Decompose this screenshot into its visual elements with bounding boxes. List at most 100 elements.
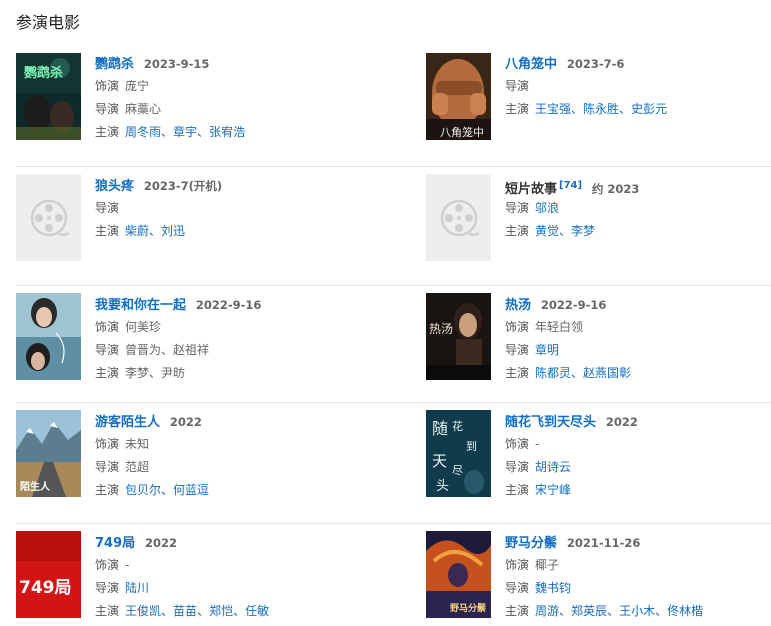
film-poster[interactable]: 八角笼中 bbox=[426, 53, 491, 140]
cast-link[interactable]: 刘迅 bbox=[161, 224, 185, 238]
cast-label: 主演 bbox=[505, 224, 530, 238]
director-link[interactable]: 陆川 bbox=[125, 581, 149, 595]
cast-link[interactable]: 王俊凯 bbox=[125, 604, 161, 618]
svg-text:头: 头 bbox=[436, 479, 449, 494]
cast-link[interactable]: 周游 bbox=[535, 604, 559, 618]
film-poster[interactable]: 鹦鹉杀 bbox=[16, 53, 81, 140]
film-date: 2022-9-16 bbox=[540, 298, 607, 312]
film-title-link[interactable]: 749局 bbox=[95, 536, 135, 551]
svg-text:天: 天 bbox=[432, 452, 447, 470]
film-poster[interactable] bbox=[16, 293, 81, 380]
cast-link[interactable]: 郑英辰 bbox=[571, 604, 607, 618]
cast-link[interactable]: 周冬雨 bbox=[125, 125, 161, 139]
role-value: 何美珍 bbox=[125, 320, 162, 334]
role-value: - bbox=[125, 558, 130, 572]
film-item: 随 花 到 天 尽 头 随花飞到天尽头 2022 饰演 - 导演 胡诗云 主演 宋宁峰 bbox=[426, 403, 771, 523]
cast-link[interactable]: 张宥浩 bbox=[209, 125, 245, 139]
cast-link[interactable]: 任敏 bbox=[245, 604, 269, 618]
director-value: 麻藁心 bbox=[125, 102, 162, 116]
cast-link[interactable]: 包贝尔 bbox=[125, 483, 161, 497]
svg-text:随: 随 bbox=[432, 419, 448, 438]
film-poster[interactable]: 749局 bbox=[16, 531, 81, 618]
svg-text:花: 花 bbox=[452, 420, 463, 433]
director-link[interactable]: 魏书钧 bbox=[535, 581, 571, 595]
role-label: 饰演 bbox=[95, 320, 120, 334]
svg-text:野马分鬃: 野马分鬃 bbox=[450, 602, 486, 614]
cast-link[interactable]: 陈永胜 bbox=[583, 102, 619, 116]
cast-label: 主演 bbox=[95, 125, 120, 139]
section-title: 参演电影 bbox=[16, 13, 81, 32]
svg-text:到: 到 bbox=[466, 440, 477, 453]
film-info: 749局 2022 饰演 - 导演 陆川 主演 王俊凯、苗苗、郑恺、任敏 bbox=[95, 536, 270, 618]
svg-text:鹦鹉杀: 鹦鹉杀 bbox=[23, 65, 63, 81]
cast-label: 主演 bbox=[95, 224, 120, 238]
reference-link[interactable]: [74] bbox=[559, 180, 582, 191]
director-value: 范超 bbox=[125, 460, 150, 474]
film-date: 2022 bbox=[169, 415, 202, 429]
cast-link[interactable]: 柴蔚 bbox=[125, 224, 149, 238]
film-title-link[interactable]: 狼头疼 bbox=[95, 179, 134, 194]
poster-title-text: 749局 bbox=[19, 578, 72, 598]
role-label: 饰演 bbox=[505, 558, 530, 572]
cast-link[interactable]: 章宇 bbox=[173, 125, 197, 139]
director-value: 曾晋为 bbox=[125, 343, 162, 357]
role-value: 椰子 bbox=[535, 558, 560, 572]
film-title-link[interactable]: 我要和你在一起 bbox=[95, 298, 186, 313]
director-label: 导演 bbox=[505, 343, 530, 357]
film-title-link[interactable]: 游客陌生人 bbox=[95, 415, 160, 430]
cast-link[interactable]: 王小木 bbox=[619, 604, 655, 618]
cast-link[interactable]: 王宝强 bbox=[535, 102, 571, 116]
role-label: 饰演 bbox=[505, 320, 530, 334]
film-title: 短片故事 bbox=[505, 182, 558, 197]
film-row: 鹦鹉杀 鹦鹉杀 2023-9-15 饰演 庞宁 导演 麻藁心 主演 周冬雨、章宇、张宥… bbox=[16, 53, 771, 167]
cast-label: 主演 bbox=[505, 604, 530, 618]
film-poster[interactable]: 随 花 到 天 尽 头 bbox=[426, 410, 491, 497]
film-date: 2022 bbox=[144, 536, 177, 550]
svg-text:热: 热 bbox=[429, 322, 441, 336]
film-date: 约 2023 bbox=[591, 182, 640, 196]
cast-link[interactable]: 何蓝逗 bbox=[173, 483, 209, 497]
film-reel-placeholder-icon bbox=[426, 174, 491, 261]
role-label: 饰演 bbox=[95, 79, 120, 93]
film-title-link[interactable]: 热汤 bbox=[505, 298, 531, 313]
director-link[interactable]: 章明 bbox=[535, 343, 559, 357]
cast-link[interactable]: 苗苗 bbox=[173, 604, 197, 618]
cast-link[interactable]: 陈都灵 bbox=[535, 366, 571, 380]
film-title-link[interactable]: 鹦鹉杀 bbox=[95, 57, 134, 72]
cast-link[interactable]: 宋宁峰 bbox=[535, 483, 571, 497]
film-info: 热汤 2022-9-16 饰演 年轻白领 导演 章明 主演 陈都灵、赵燕国彰 bbox=[505, 298, 632, 380]
film-title-link[interactable]: 野马分鬃 bbox=[505, 536, 557, 551]
cast-label: 主演 bbox=[505, 366, 530, 380]
film-date: 2021-11-26 bbox=[566, 536, 641, 550]
director-label: 导演 bbox=[95, 581, 120, 595]
film-row: 749局 749局 2022 饰演 - 导演 陆川 主演 王俊凯、苗苗、郑恺、任敏 bbox=[16, 524, 771, 626]
director-label: 导演 bbox=[95, 343, 120, 357]
film-row: 我要和你在一起 2022-9-16 饰演 何美珍 导演 曾晋为、赵祖祥 主演 李梦、尹… bbox=[16, 286, 771, 403]
svg-text:尽: 尽 bbox=[452, 464, 463, 477]
film-info: 游客陌生人 2022 饰演 未知 导演 范超 主演 包贝尔、何蓝逗 bbox=[95, 415, 210, 497]
cast-link[interactable]: 李梦 bbox=[571, 224, 595, 238]
director-link[interactable]: 邬浪 bbox=[535, 201, 559, 215]
role-label: 饰演 bbox=[95, 437, 120, 451]
film-item: 八角笼中 八角笼中 2023-7-6 导演 主演 王宝强、陈永胜、史彭元 bbox=[426, 53, 771, 166]
director-value: 赵祖祥 bbox=[173, 343, 210, 357]
film-date: 2022-9-16 bbox=[195, 298, 262, 312]
film-title-link[interactable]: 随花飞到天尽头 bbox=[505, 415, 596, 430]
film-item: 热 汤 热汤 2022-9-16 饰演 年轻白领 导演 章明 主演 陈都灵、赵燕国彰 bbox=[426, 286, 771, 402]
film-poster[interactable]: 陌生人 bbox=[16, 410, 81, 497]
film-item: 野马分鬃 野马分鬃 2021-11-26 饰演 椰子 导演 魏书钧 主演 周游、郑英辰… bbox=[426, 524, 771, 626]
role-label: 饰演 bbox=[95, 558, 120, 572]
film-poster[interactable]: 野马分鬃 bbox=[426, 531, 491, 618]
cast-link[interactable]: 郑恺 bbox=[209, 604, 233, 618]
director-label: 导演 bbox=[95, 102, 120, 116]
film-grid: 鹦鹉杀 鹦鹉杀 2023-9-15 饰演 庞宁 导演 麻藁心 主演 周冬雨、章宇、张宥… bbox=[16, 53, 771, 626]
cast-link[interactable]: 史彭元 bbox=[631, 102, 667, 116]
cast-label: 主演 bbox=[505, 483, 530, 497]
film-poster[interactable]: 热 汤 bbox=[426, 293, 491, 380]
cast-link[interactable]: 黄觉 bbox=[535, 224, 559, 238]
cast-link[interactable]: 赵燕国彰 bbox=[583, 366, 631, 380]
role-value: 年轻白领 bbox=[535, 320, 584, 334]
film-title-link[interactable]: 八角笼中 bbox=[505, 57, 557, 72]
director-link[interactable]: 胡诗云 bbox=[535, 460, 571, 474]
cast-link[interactable]: 佟林楷 bbox=[667, 604, 703, 618]
